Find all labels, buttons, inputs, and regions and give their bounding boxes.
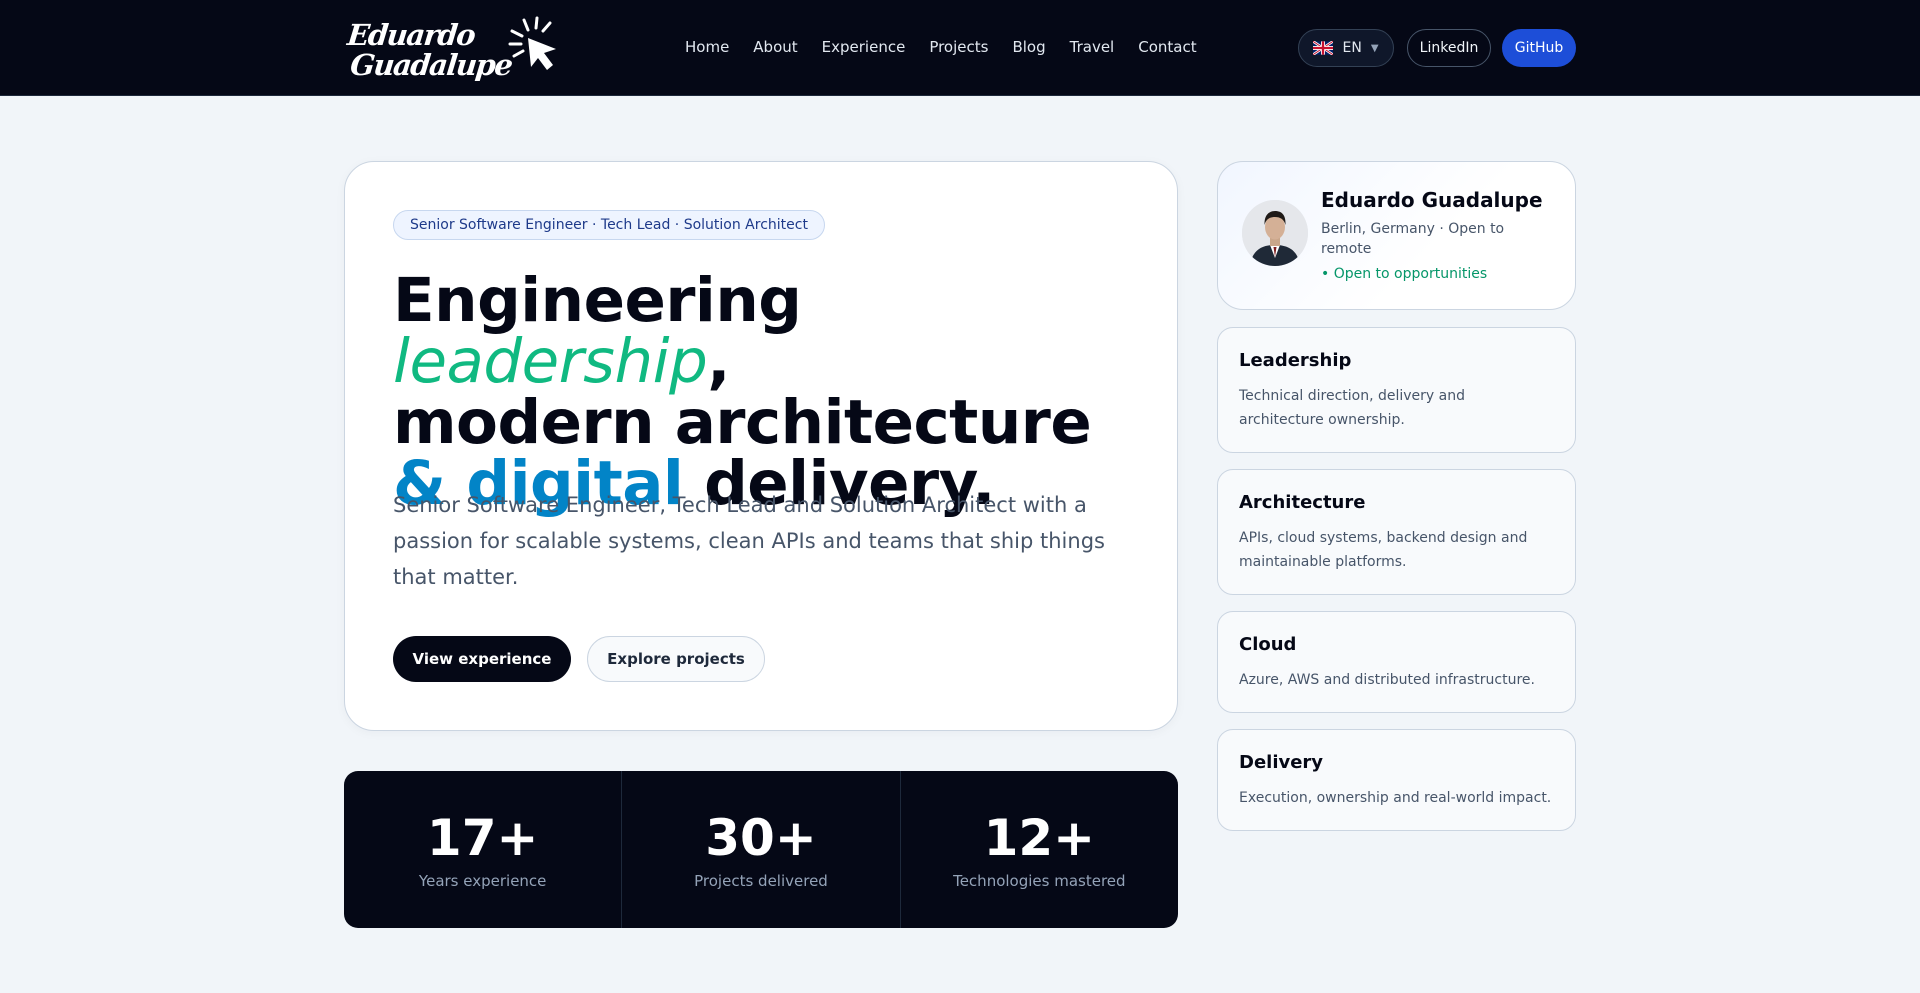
stat-projects: 30+ Projects delivered (622, 771, 901, 928)
nav-travel[interactable]: Travel (1070, 36, 1115, 58)
hero-card: Senior Software Engineer · Tech Lead · S… (344, 161, 1178, 731)
main-nav: Home About Experience Projects Blog Trav… (685, 36, 1221, 58)
hero-headline: Engineering leadership, modern architectu… (393, 270, 1153, 514)
chevron-down-icon: ▼ (1370, 42, 1379, 54)
stat-technologies: 12+ Technologies mastered (901, 771, 1178, 928)
feature-description: Technical direction, delivery and archit… (1239, 388, 1465, 428)
hero-description: Senior Software Engineer, Tech Lead and … (393, 493, 1105, 589)
explore-projects-button[interactable]: Explore projects (587, 636, 765, 682)
nav-contact[interactable]: Contact (1138, 36, 1196, 58)
feature-title: Architecture (1239, 492, 1366, 513)
view-experience-button[interactable]: View experience (393, 636, 571, 682)
nav-home[interactable]: Home (685, 36, 729, 58)
feature-description: APIs, cloud systems, backend design and … (1239, 530, 1528, 570)
profile-card: Eduardo Guadalupe Berlin, Germany · Open… (1217, 161, 1576, 310)
cursor-click-icon (508, 16, 556, 70)
stat-years: 17+ Years experience (344, 771, 623, 928)
nav-experience[interactable]: Experience (822, 36, 906, 58)
feature-card-delivery: Delivery Execution, ownership and real-w… (1217, 729, 1576, 831)
brand-logo[interactable]: Eduardo Guadalupe (346, 14, 561, 86)
top-navigation-bar: Eduardo Guadalupe Home About Experience … (0, 0, 1920, 96)
stat-label: Years experience (418, 871, 547, 890)
uk-flag-icon (1313, 41, 1334, 55)
stat-value: 17+ (426, 808, 539, 867)
feature-description: Azure, AWS and distributed infrastructur… (1239, 672, 1535, 688)
github-button[interactable]: GitHub (1502, 29, 1576, 67)
linkedin-button[interactable]: LinkedIn (1407, 29, 1491, 67)
stat-value: 12+ (983, 808, 1096, 867)
availability-status: • Open to opportunities (1321, 266, 1488, 282)
stat-label: Technologies mastered (953, 871, 1126, 890)
nav-projects[interactable]: Projects (929, 36, 988, 58)
stat-value: 30+ (705, 808, 817, 867)
nav-blog[interactable]: Blog (1012, 36, 1045, 58)
feature-title: Delivery (1239, 752, 1324, 773)
feature-card-architecture: Architecture APIs, cloud systems, backen… (1217, 469, 1576, 595)
stat-label: Projects delivered (694, 871, 828, 890)
profile-location: Berlin, Germany · Open to remote (1321, 221, 1505, 257)
language-code: EN (1342, 40, 1362, 56)
stats-panel: 17+ Years experience 30+ Projects delive… (344, 771, 1178, 928)
feature-title: Cloud (1239, 634, 1297, 655)
portrait-image (1242, 200, 1308, 266)
feature-title: Leadership (1239, 350, 1352, 371)
feature-description: Execution, ownership and real-world impa… (1239, 790, 1552, 806)
nav-about[interactable]: About (753, 36, 797, 58)
brand-wordmark: Eduardo Guadalupe (343, 18, 516, 82)
avatar (1242, 200, 1308, 266)
language-selector[interactable]: EN ▼ (1298, 29, 1394, 67)
feature-card-leadership: Leadership Technical direction, delivery… (1217, 327, 1576, 453)
brand-line-first: Eduardo (345, 18, 477, 52)
brand-line-last: Guadalupe (348, 48, 514, 82)
profile-name: Eduardo Guadalupe (1321, 188, 1543, 212)
role-badge: Senior Software Engineer · Tech Lead · S… (393, 210, 825, 240)
feature-card-cloud: Cloud Azure, AWS and distributed infrast… (1217, 611, 1576, 713)
